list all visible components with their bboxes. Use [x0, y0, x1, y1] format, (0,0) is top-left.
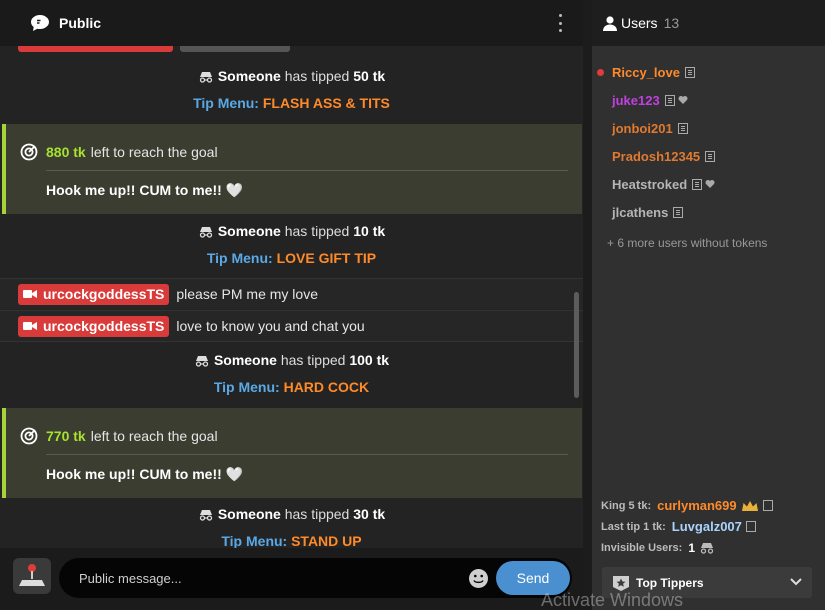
room-stats: King 5 tk: curlyman699 Last tip 1 tk: Lu…: [601, 495, 821, 558]
joystick-button[interactable]: [13, 558, 51, 594]
user-row[interactable]: Heatstroked: [592, 170, 825, 198]
note-icon[interactable]: [664, 94, 675, 106]
clipped-message: [0, 46, 583, 54]
username: juke123: [612, 92, 660, 108]
username: Pradosh12345: [612, 148, 701, 164]
kebab-menu-icon[interactable]: [557, 14, 563, 32]
username: Riccy_love: [612, 64, 680, 80]
chat-message: urcockgoddessTS please PM me my love: [0, 279, 583, 309]
chat-scrollbar[interactable]: [574, 292, 579, 398]
note-icon[interactable]: [684, 66, 695, 78]
chat-panel: Public Someone has tipped 50 tk Tip Menu…: [0, 0, 583, 610]
heart-icon: [705, 180, 715, 188]
users-panel: Users 13 Riccy_love juke123 jonboi201 Pr…: [592, 0, 825, 610]
note-icon[interactable]: [745, 521, 756, 532]
incognito-icon: [195, 356, 209, 367]
camera-icon: [23, 322, 37, 330]
tip-notice: Someone has tipped 10 tk Tip Menu: LOVE …: [0, 218, 583, 272]
incognito-icon: [199, 227, 212, 238]
camera-icon: [23, 290, 37, 298]
chat-bubble-icon: [31, 15, 49, 31]
note-icon[interactable]: [692, 178, 703, 190]
users-title: Users: [621, 15, 658, 31]
incognito-icon: [199, 72, 212, 83]
king-username[interactable]: curlyman699: [657, 498, 737, 513]
tip-notice: Someone has tipped 50 tk Tip Menu: FLASH…: [193, 68, 390, 111]
tip-notice: Someone has tipped 30 tk Tip Menu: STAND…: [0, 501, 583, 548]
user-row[interactable]: Riccy_love: [592, 58, 825, 86]
last-tip-username[interactable]: Luvgalz007: [672, 519, 742, 534]
user-row[interactable]: juke123: [592, 86, 825, 114]
target-icon: [20, 427, 38, 445]
last-tip-label: Last tip 1 tk:: [601, 520, 666, 533]
username: jonboi201: [612, 120, 673, 136]
crown-icon: [741, 500, 758, 511]
goal-notice: 880 tk left to reach the goal Hook me up!…: [2, 124, 582, 214]
users-header: Users 13: [592, 0, 825, 46]
incognito-icon: [199, 510, 212, 521]
more-users-text: + 6 more users without tokens: [607, 236, 768, 250]
goal-notice: 770 tk left to reach the goal Hook me up!…: [2, 408, 582, 498]
user-row[interactable]: jonboi201: [592, 114, 825, 142]
invisible-count: 1: [688, 540, 696, 555]
note-icon[interactable]: [705, 150, 716, 162]
invisible-label: Invisible Users:: [601, 541, 683, 554]
star-badge-icon: [613, 575, 629, 591]
target-icon: [20, 143, 38, 161]
tip-notice: Someone has tipped 100 tk Tip Menu: HARD…: [0, 347, 583, 401]
note-icon[interactable]: [673, 206, 684, 218]
heart-icon: [678, 96, 688, 104]
chat-title: Public: [59, 15, 102, 31]
users-count: 13: [663, 15, 680, 31]
username-badge[interactable]: urcockgoddessTS: [18, 283, 170, 305]
windows-activation-watermark: Activate Windows: [541, 590, 684, 610]
note-icon[interactable]: [677, 122, 688, 134]
chat-message: urcockgoddessTS love to know you and cha…: [0, 311, 583, 341]
chat-header: Public: [0, 0, 583, 46]
user-row[interactable]: Pradosh12345: [592, 142, 825, 170]
username: jlcathens: [612, 204, 669, 220]
note-icon[interactable]: [762, 500, 773, 511]
online-dot-icon: [597, 69, 604, 76]
king-label: King 5 tk:: [601, 499, 652, 512]
top-tippers-label: Top Tippers: [636, 575, 704, 590]
user-row[interactable]: jlcathens: [592, 198, 825, 226]
username: Heatstroked: [612, 176, 688, 192]
user-icon: [603, 15, 617, 31]
emoji-icon[interactable]: [468, 568, 489, 589]
message-list[interactable]: Someone has tipped 50 tk Tip Menu: FLASH…: [0, 46, 583, 548]
joystick-icon: [19, 564, 45, 586]
incognito-icon: [700, 542, 714, 554]
username-badge[interactable]: urcockgoddessTS: [18, 315, 170, 337]
chevron-down-icon: [790, 578, 802, 586]
